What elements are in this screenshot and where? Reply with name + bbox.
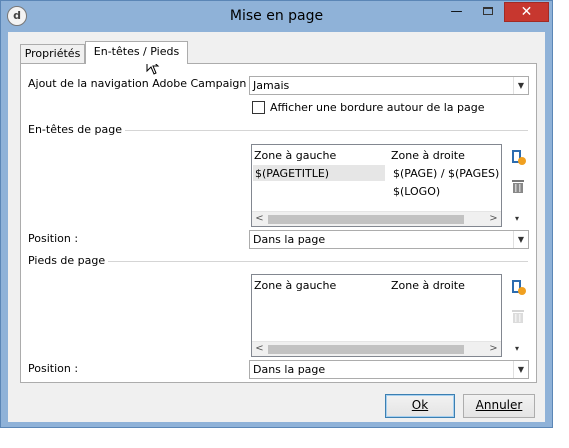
headers-position-label: Position :	[28, 232, 79, 245]
chevron-down-icon[interactable]: ▾	[515, 344, 519, 353]
headers-cell-right-1: $(PAGE) / $(PAGES)	[393, 167, 500, 180]
border-checkbox[interactable]	[252, 101, 265, 114]
maximize-button[interactable]	[474, 2, 501, 22]
minimize-button[interactable]: —	[443, 2, 470, 22]
navigation-label: Ajout de la navigation Adobe Campaign :	[28, 77, 254, 90]
chevron-down-icon: ▼	[513, 77, 528, 94]
footers-position-label: Position :	[28, 362, 79, 375]
dialog-window: d Mise en page — ✕ Propriétés En-têtes /…	[0, 0, 553, 428]
maximize-icon	[482, 7, 493, 15]
border-checkbox-label: Afficher une bordure autour de la page	[270, 101, 485, 114]
footers-col-right: Zone à droite	[391, 279, 465, 292]
tab-panel: Ajout de la navigation Adobe Campaign : …	[20, 63, 537, 383]
scroll-thumb[interactable]	[268, 345, 464, 354]
tab-proprietes[interactable]: Propriétés	[20, 44, 85, 63]
headers-group-title: En-têtes de page	[28, 123, 125, 136]
footers-grid[interactable]: Zone à gauche Zone à droite < >	[251, 274, 502, 357]
add-icon[interactable]	[509, 278, 527, 296]
tab-entetes-pieds[interactable]: En-têtes / Pieds	[85, 41, 188, 64]
trash-icon	[512, 310, 524, 323]
ok-button[interactable]: Ok	[385, 394, 455, 418]
scroll-left-icon[interactable]: <	[252, 212, 267, 227]
footers-position-select[interactable]: Dans la page ▼	[249, 360, 529, 379]
cancel-button[interactable]: Annuler	[463, 394, 535, 418]
scroll-left-icon[interactable]: <	[252, 342, 267, 357]
ok-button-label: Ok	[411, 398, 429, 412]
scroll-thumb[interactable]	[268, 215, 464, 224]
footers-hscrollbar[interactable]: < >	[252, 341, 501, 356]
headers-position-value: Dans la page	[253, 233, 326, 246]
footers-position-value: Dans la page	[253, 363, 326, 376]
close-button[interactable]: ✕	[504, 2, 549, 22]
chevron-down-icon: ▼	[513, 361, 528, 378]
add-icon[interactable]	[509, 148, 527, 166]
navigation-select-value: Jamais	[253, 79, 290, 92]
headers-col-left: Zone à gauche	[254, 149, 337, 162]
chevron-down-icon: ▼	[513, 231, 528, 248]
navigation-select[interactable]: Jamais ▼	[249, 76, 529, 95]
scroll-right-icon[interactable]: >	[486, 212, 501, 227]
trash-icon[interactable]	[509, 177, 527, 195]
cancel-button-label: Annuler	[475, 398, 523, 412]
footers-group-title: Pieds de page	[28, 254, 109, 267]
dialog-client-area: Propriétés En-têtes / Pieds Ajout de la …	[8, 32, 545, 422]
headers-cell-left-1: $(PAGETITLE)	[255, 167, 330, 180]
title-bar[interactable]: d Mise en page — ✕	[1, 1, 552, 32]
headers-position-select[interactable]: Dans la page ▼	[249, 230, 529, 249]
scroll-right-icon[interactable]: >	[486, 342, 501, 357]
chevron-down-icon[interactable]: ▾	[515, 214, 519, 223]
footers-col-left: Zone à gauche	[254, 279, 337, 292]
headers-grid[interactable]: Zone à gauche Zone à droite $(PAGETITLE)…	[251, 144, 502, 227]
headers-cell-right-2: $(LOGO)	[393, 185, 441, 198]
headers-col-right: Zone à droite	[391, 149, 465, 162]
headers-hscrollbar[interactable]: < >	[252, 211, 501, 226]
